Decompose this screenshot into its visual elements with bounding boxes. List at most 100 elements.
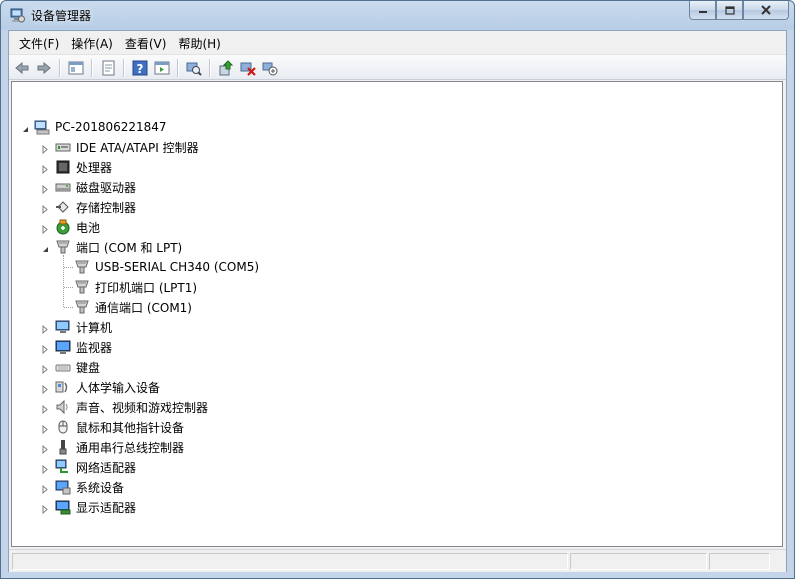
maximize-icon (724, 5, 735, 15)
tree-expander[interactable] (41, 223, 50, 235)
toolbar-separator (59, 59, 61, 77)
tree-root-computer[interactable]: PC-201806221847 (34, 117, 167, 137)
window-title: 设备管理器 (31, 9, 92, 23)
tree-expander[interactable] (41, 343, 50, 355)
properties-icon (102, 60, 115, 76)
tree-category[interactable]: 系统设备 (55, 477, 124, 497)
tree-expander[interactable] (41, 423, 50, 435)
device-manager-window: 设备管理器 文件(F) 操作(A) 查看(V) 帮助(H) ? PC-20180… (0, 0, 795, 579)
port-icon (75, 260, 89, 274)
status-panel-3 (709, 553, 770, 570)
tree-category[interactable]: 监视器 (55, 337, 112, 357)
collapsed-arrow-icon (42, 344, 48, 355)
tree-category-label: 计算机 (76, 320, 113, 335)
root-label: PC-201806221847 (55, 120, 167, 134)
title-bar[interactable]: 设备管理器 (1, 1, 794, 29)
tree-expander[interactable] (41, 183, 50, 195)
menu-bar: 文件(F) 操作(A) 查看(V) 帮助(H) (9, 31, 786, 53)
monitor-icon (55, 340, 71, 354)
tree-expander[interactable] (41, 363, 50, 375)
tree-category-label: 显示适配器 (76, 500, 137, 515)
tree-category[interactable]: 电池 (55, 217, 100, 237)
tree-category[interactable]: 鼠标和其他指针设备 (55, 417, 184, 437)
show-hide-console-tree-button[interactable] (67, 59, 85, 77)
menu-action[interactable]: 操作(A) (65, 31, 119, 53)
disable-device-icon (262, 62, 278, 76)
uninstall-icon (240, 62, 256, 76)
tree-expander[interactable] (41, 483, 50, 495)
tree-expander[interactable] (41, 163, 50, 175)
tree-device[interactable]: 通信端口 (COM1) (74, 297, 192, 317)
root-expander[interactable] (21, 123, 30, 132)
tree-device[interactable]: 打印机端口 (LPT1) (74, 277, 197, 297)
tree-category[interactable]: 通用串行总线控制器 (55, 437, 184, 457)
toolbar: ? (9, 54, 786, 80)
tree-expander[interactable] (41, 203, 50, 215)
tree-category[interactable]: 声音、视频和游戏控制器 (55, 397, 208, 417)
minimize-button[interactable] (689, 1, 716, 20)
menu-file[interactable]: 文件(F) (13, 31, 65, 53)
toolbar-separator (123, 59, 125, 77)
uninstall-button[interactable] (239, 59, 257, 77)
tree-category[interactable]: 存储控制器 (55, 197, 136, 217)
collapsed-arrow-icon (42, 444, 48, 455)
tree-category[interactable]: 端口 (COM 和 LPT) (55, 237, 182, 257)
help-button[interactable]: ? (131, 59, 149, 77)
back-button[interactable] (13, 59, 31, 77)
menu-view[interactable]: 查看(V) (119, 31, 173, 53)
properties-button[interactable] (99, 59, 117, 77)
scan-hardware-button[interactable] (185, 59, 203, 77)
collapsed-arrow-icon (42, 484, 48, 495)
close-button[interactable] (743, 1, 789, 20)
tree-category-label: IDE ATA/ATAPI 控制器 (76, 140, 199, 155)
tree-category[interactable]: 计算机 (55, 317, 112, 337)
keyboard-icon (55, 364, 71, 372)
display-adapter-icon (55, 500, 71, 515)
tree-connector-line (64, 267, 73, 268)
tree-expander[interactable] (41, 503, 50, 515)
tree-category[interactable]: 处理器 (55, 157, 112, 177)
tree-device[interactable]: USB-SERIAL CH340 (COM5) (74, 257, 259, 277)
status-panel-2 (570, 553, 707, 570)
tree-expander[interactable] (41, 323, 50, 335)
collapsed-arrow-icon (42, 464, 48, 475)
tree-category[interactable]: 磁盘驱动器 (55, 177, 136, 197)
tree-category-label: 网络适配器 (76, 460, 137, 475)
collapsed-arrow-icon (42, 324, 48, 335)
tree-category[interactable]: 网络适配器 (55, 457, 136, 477)
tree-category[interactable]: IDE ATA/ATAPI 控制器 (55, 137, 199, 157)
tree-category-label: 电池 (76, 220, 101, 235)
collapsed-arrow-icon (42, 504, 48, 515)
device-manager-app-icon (10, 8, 25, 23)
tree-expander[interactable] (41, 383, 50, 395)
tree-category-label: 鼠标和其他指针设备 (76, 420, 185, 435)
tree-category-label: 通用串行总线控制器 (76, 440, 185, 455)
tree-category[interactable]: 人体学输入设备 (55, 377, 160, 397)
tree-category-label: 端口 (COM 和 LPT) (76, 240, 183, 255)
client-area: 文件(F) 操作(A) 查看(V) 帮助(H) ? PC-20180622184… (8, 30, 787, 572)
show-hide-action-pane-button[interactable] (153, 59, 171, 77)
collapsed-arrow-icon (42, 164, 48, 175)
disk-drive-icon (55, 183, 71, 192)
disable-device-button[interactable] (261, 59, 279, 77)
tree-expander[interactable] (41, 243, 50, 252)
forward-button[interactable] (35, 59, 53, 77)
device-tree[interactable]: PC-201806221847 IDE ATA/ATAPI 控制器处理器 磁盘驱动… (11, 81, 783, 547)
maximize-button[interactable] (716, 1, 743, 20)
tree-expander[interactable] (41, 443, 50, 455)
tree-expander[interactable] (41, 403, 50, 415)
tree-category[interactable]: 显示适配器 (55, 497, 136, 517)
tree-category[interactable]: 键盘 (55, 357, 100, 377)
tree-expander[interactable] (41, 463, 50, 475)
computer-icon (34, 120, 50, 135)
storage-controller-icon (56, 201, 69, 213)
back-icon (15, 61, 29, 75)
mouse-icon (58, 420, 68, 434)
port-icon (56, 240, 70, 254)
network-adapter-icon (55, 459, 68, 473)
tree-expander[interactable] (41, 143, 50, 155)
menu-help[interactable]: 帮助(H) (172, 31, 226, 53)
tree-device-label: USB-SERIAL CH340 (COM5) (95, 260, 260, 274)
system-device-icon (55, 480, 71, 495)
update-driver-button[interactable] (217, 59, 235, 77)
